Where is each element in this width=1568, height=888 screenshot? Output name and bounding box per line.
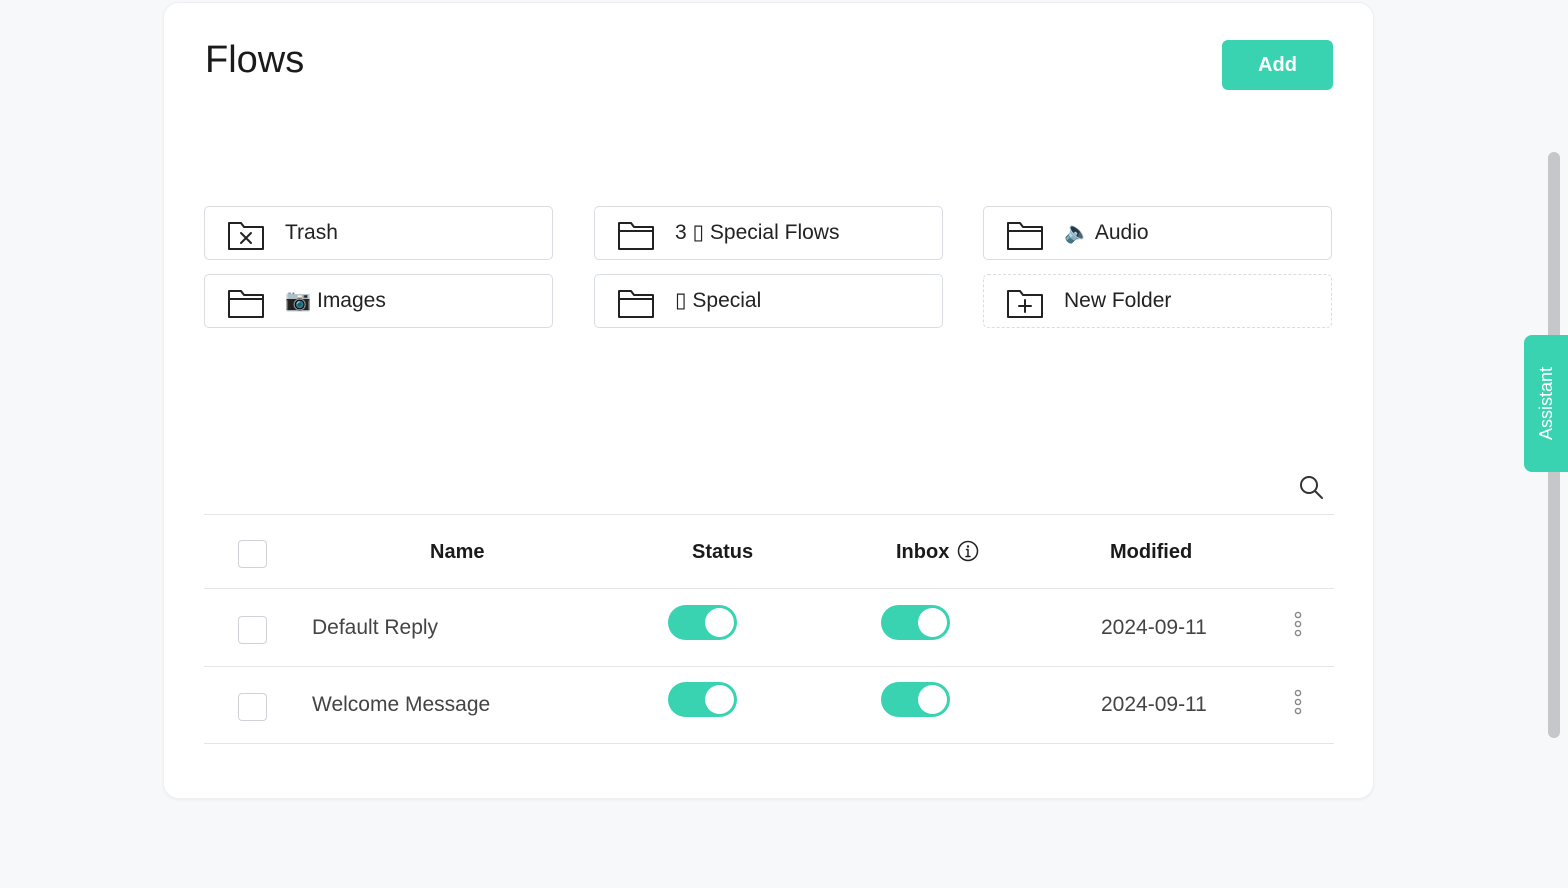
more-options-icon[interactable] bbox=[1291, 610, 1305, 640]
inbox-toggle[interactable] bbox=[881, 682, 950, 717]
inbox-toggle[interactable] bbox=[881, 605, 950, 640]
folder-label: New Folder bbox=[1064, 289, 1172, 312]
status-toggle[interactable] bbox=[668, 682, 737, 717]
column-header-status: Status bbox=[692, 541, 754, 563]
page-title: Flows bbox=[205, 39, 305, 81]
info-icon[interactable] bbox=[957, 540, 979, 562]
new-folder-button[interactable]: New Folder bbox=[983, 274, 1332, 328]
column-header-modified: Modified bbox=[1110, 541, 1193, 563]
folder-icon bbox=[618, 222, 654, 250]
row-checkbox[interactable] bbox=[238, 616, 267, 644]
more-options-icon[interactable] bbox=[1291, 688, 1305, 718]
folder-special-flows[interactable]: 3 ▯ Special Flows bbox=[594, 206, 943, 260]
folder-icon bbox=[1007, 222, 1043, 250]
folder-audio[interactable]: 🔈 Audio bbox=[983, 206, 1332, 260]
row-divider bbox=[204, 588, 1334, 589]
modified-date: 2024-09-11 bbox=[1101, 693, 1207, 716]
folder-label: ▯ Special bbox=[675, 289, 762, 312]
folder-icon bbox=[618, 290, 654, 318]
status-toggle[interactable] bbox=[668, 605, 737, 640]
folder-special[interactable]: ▯ Special bbox=[594, 274, 943, 328]
flow-name[interactable]: Default Reply bbox=[312, 616, 438, 640]
assistant-tab[interactable]: Assistant bbox=[1524, 335, 1568, 472]
modified-date: 2024-09-11 bbox=[1101, 616, 1207, 639]
folder-label: 3 ▯ Special Flows bbox=[675, 221, 840, 244]
folder-plus-icon bbox=[1007, 290, 1043, 318]
row-divider bbox=[204, 666, 1334, 667]
folder-trash[interactable]: Trash bbox=[204, 206, 553, 260]
table-divider bbox=[204, 514, 1334, 515]
search-icon[interactable] bbox=[1297, 473, 1325, 501]
folder-label: Trash bbox=[285, 221, 338, 244]
folder-images[interactable]: 📷 Images bbox=[204, 274, 553, 328]
folder-label: 🔈 Audio bbox=[1064, 221, 1149, 244]
folder-label: 📷 Images bbox=[285, 289, 386, 312]
folder-icon bbox=[228, 290, 264, 318]
add-button[interactable]: Add bbox=[1222, 40, 1333, 90]
assistant-label: Assistant bbox=[1536, 366, 1557, 441]
folder-x-icon bbox=[228, 222, 264, 250]
column-header-name: Name bbox=[430, 541, 485, 563]
column-header-inbox: Inbox bbox=[896, 541, 950, 563]
flow-name[interactable]: Welcome Message bbox=[312, 693, 490, 717]
select-all-checkbox[interactable] bbox=[238, 540, 267, 568]
flows-card: Flows Add Trash 3 ▯ Special Flows 🔈 Audi… bbox=[163, 2, 1374, 799]
row-checkbox[interactable] bbox=[238, 693, 267, 721]
row-divider bbox=[204, 743, 1334, 744]
